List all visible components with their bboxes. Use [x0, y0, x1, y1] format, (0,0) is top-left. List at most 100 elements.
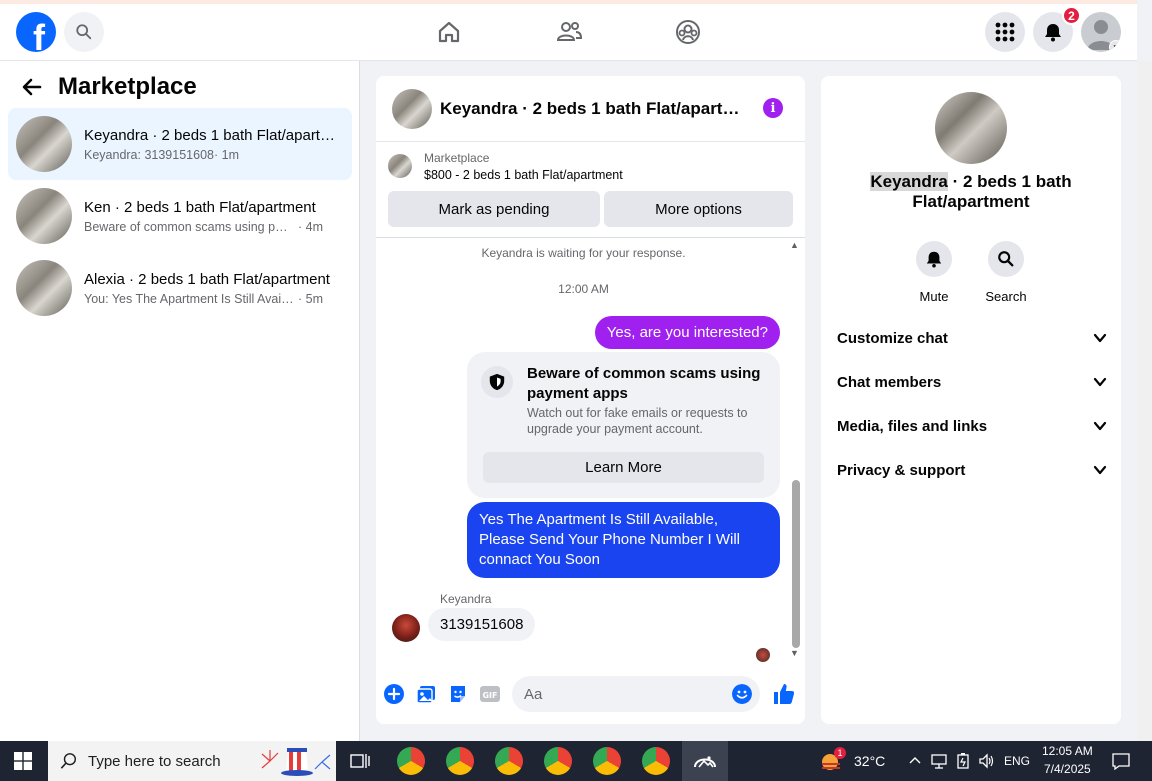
- notifications-button[interactable]: 2: [1033, 6, 1081, 52]
- back-arrow-icon[interactable]: [20, 75, 44, 99]
- chrome-app-icon[interactable]: [593, 747, 621, 775]
- chrome-app-icon[interactable]: [642, 747, 670, 775]
- top-navigation-bar: f 2 ▼: [0, 0, 1137, 61]
- sender-avatar[interactable]: [392, 614, 420, 642]
- chat-info-panel: Keyandra · 2 beds 1 bath Flat/apartment …: [821, 76, 1121, 724]
- scroll-up-arrow[interactable]: ▲: [790, 240, 799, 250]
- search-icon: [998, 251, 1014, 267]
- conversation-preview: Beware of common scams using payment app…: [84, 219, 294, 234]
- holiday-hat-icon[interactable]: [260, 744, 332, 778]
- task-view-icon[interactable]: [350, 751, 370, 771]
- notification-center-icon[interactable]: [1111, 751, 1131, 771]
- conversation-title: Alexia · 2 beds 1 bath Flat/apartment: [84, 270, 330, 288]
- taskbar-search-placeholder: Type here to search: [88, 752, 221, 770]
- bell-icon: [926, 251, 942, 268]
- language-indicator[interactable]: ENG: [1004, 754, 1030, 768]
- emoji-icon[interactable]: [732, 684, 752, 704]
- mute-label: Mute: [919, 289, 949, 304]
- section-privacy-support[interactable]: Privacy & support: [837, 456, 1107, 484]
- home-icon[interactable]: [435, 18, 463, 46]
- waiting-notice: Keyandra is waiting for your response.: [481, 246, 686, 260]
- network-icon[interactable]: [930, 752, 948, 770]
- conversation-time: · 1m: [213, 147, 239, 162]
- listing-small-thumbnail: [388, 154, 412, 178]
- highlighted-name: Keyandra: [870, 172, 948, 191]
- clock-date[interactable]: 7/4/2025: [1044, 762, 1091, 776]
- profile-avatar[interactable]: ▼: [1081, 12, 1121, 52]
- section-chat-members[interactable]: Chat members: [837, 368, 1107, 396]
- search-label: Search: [985, 289, 1027, 304]
- groups-icon[interactable]: [674, 18, 702, 46]
- active-app-slot[interactable]: [682, 741, 728, 781]
- conversation-time: · 5m: [298, 291, 323, 306]
- page-scrollbar[interactable]: [1137, 61, 1152, 741]
- thumbs-up-icon[interactable]: [772, 682, 796, 706]
- conversation-item-alexia[interactable]: Alexia · 2 beds 1 bath Flat/apartment Yo…: [8, 252, 352, 324]
- chrome-app-icon[interactable]: [544, 747, 572, 775]
- sidebar-header: Marketplace: [20, 73, 197, 101]
- conversation-title: Keyandra · 2 beds 1 bath Flat/apartment: [84, 126, 346, 144]
- gif-icon[interactable]: GIF: [480, 684, 500, 704]
- outgoing-message[interactable]: Yes, are you interested?: [594, 316, 780, 349]
- sidebar-title: Marketplace: [58, 73, 197, 100]
- clock-time[interactable]: 12:05 AM: [1042, 744, 1093, 758]
- message-scrollbar[interactable]: [792, 480, 800, 648]
- section-customize-chat[interactable]: Customize chat: [837, 324, 1107, 352]
- sticker-icon[interactable]: [448, 684, 468, 704]
- section-media-files-links[interactable]: Media, files and links: [837, 412, 1107, 440]
- battery-icon[interactable]: [955, 752, 971, 770]
- warning-title: Beware of common scams using payment app…: [527, 365, 761, 402]
- incoming-message[interactable]: 3139151608: [428, 608, 536, 641]
- chat-title[interactable]: Keyandra · 2 beds 1 bath Flat/apartment: [440, 99, 740, 119]
- weather-badge: 1: [834, 747, 846, 759]
- learn-more-button[interactable]: Learn More: [483, 452, 764, 483]
- photos-app-icon: [694, 756, 716, 768]
- listing-photo[interactable]: [935, 92, 1007, 164]
- chrome-app-icon[interactable]: [446, 747, 474, 775]
- message-input[interactable]: [512, 676, 760, 712]
- scam-warning-card: Beware of common scams using payment app…: [467, 352, 780, 498]
- conversation-preview: You: Yes The Apartment Is Still Availabl…: [84, 291, 294, 306]
- chevron-up-icon[interactable]: [908, 755, 922, 765]
- chevron-down-icon: [1093, 421, 1107, 431]
- temperature[interactable]: 32°C: [854, 753, 885, 769]
- menu-button[interactable]: [985, 12, 1025, 52]
- taskbar-search-box[interactable]: Type here to search: [48, 741, 336, 781]
- svg-text:GIF: GIF: [482, 691, 497, 700]
- search-icon: [60, 753, 77, 769]
- volume-icon[interactable]: [978, 752, 996, 770]
- photo-icon[interactable]: [416, 684, 436, 704]
- conversation-item-keyandra[interactable]: Keyandra · 2 beds 1 bath Flat/apartment …: [8, 108, 352, 180]
- chrome-app-icon[interactable]: [495, 747, 523, 775]
- sender-name: Keyandra: [440, 592, 492, 606]
- listing-source: Marketplace: [424, 151, 490, 165]
- mute-action[interactable]: Mute: [904, 241, 964, 304]
- search-button[interactable]: [64, 12, 104, 52]
- listing-thumbnail: [16, 260, 72, 316]
- conversation-item-ken[interactable]: Ken · 2 beds 1 bath Flat/apartment Bewar…: [8, 180, 352, 252]
- chrome-app-icon[interactable]: [397, 747, 425, 775]
- chevron-down-icon: ▼: [1109, 40, 1121, 52]
- listing-summary[interactable]: Marketplace $800 - 2 beds 1 bath Flat/ap…: [388, 151, 623, 182]
- chat-panel: Keyandra · 2 beds 1 bath Flat/apartment …: [376, 76, 805, 724]
- outgoing-message[interactable]: Yes The Apartment Is Still Available, Pl…: [467, 502, 780, 578]
- conversation-preview: Keyandra: 3139151608: [84, 147, 214, 162]
- scroll-down-arrow[interactable]: ▼: [790, 648, 799, 658]
- search-icon: [76, 24, 92, 40]
- mark-as-pending-button[interactable]: Mark as pending: [388, 191, 600, 227]
- warning-body: Watch out for fake emails or requests to…: [527, 406, 748, 436]
- windows-start-icon[interactable]: [14, 752, 32, 770]
- more-options-button[interactable]: More options: [604, 191, 793, 227]
- chat-listing-thumbnail[interactable]: [392, 88, 432, 129]
- seen-indicator-avatar: [756, 648, 770, 662]
- friends-icon[interactable]: [555, 18, 583, 46]
- info-title: Keyandra · 2 beds 1 bath Flat/apartment: [841, 172, 1101, 212]
- chevron-down-icon: [1093, 377, 1107, 387]
- search-action[interactable]: Search: [976, 241, 1036, 304]
- facebook-logo[interactable]: f: [16, 12, 56, 52]
- info-icon[interactable]: i: [763, 98, 783, 118]
- message-list[interactable]: Keyandra is waiting for your response. 1…: [376, 238, 805, 666]
- conversation-time: · 4m: [298, 219, 323, 234]
- plus-circle-icon[interactable]: [384, 684, 404, 704]
- message-timestamp: 12:00 AM: [558, 282, 609, 296]
